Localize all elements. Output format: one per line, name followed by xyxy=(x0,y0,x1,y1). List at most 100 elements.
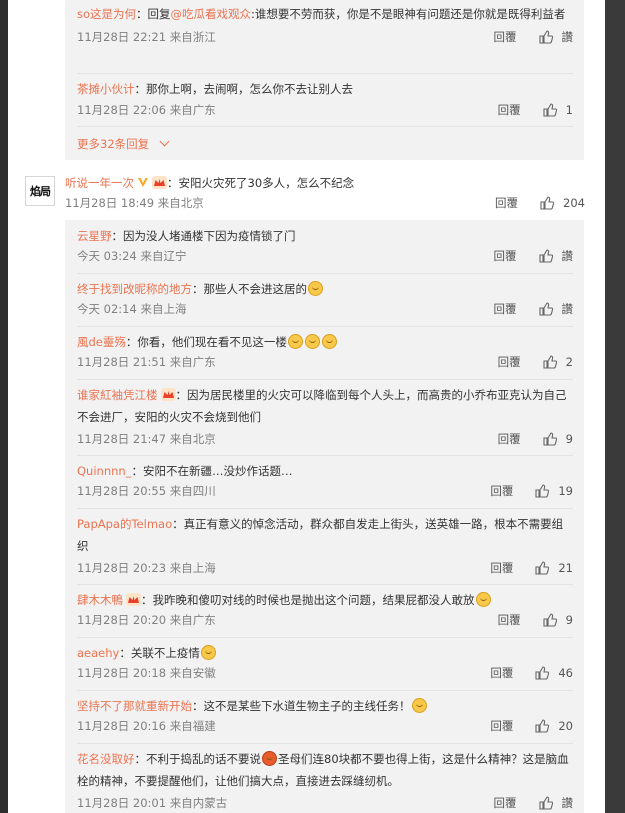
reply-button[interactable]: 回覆 xyxy=(498,611,521,629)
like-button[interactable]: 讚 xyxy=(538,300,573,318)
crown-badge-icon xyxy=(160,388,176,401)
divider xyxy=(77,508,573,509)
like-count: 1 xyxy=(565,103,573,117)
mention-link[interactable]: @吃瓜看戏观众 xyxy=(171,7,252,21)
emoji-icon xyxy=(411,698,427,713)
thumbs-up-icon xyxy=(535,666,550,680)
chevron-down-icon xyxy=(159,136,170,147)
divider xyxy=(77,743,573,744)
thumbs-up-icon xyxy=(543,432,557,446)
like-count: 9 xyxy=(565,432,573,446)
like-button[interactable]: 46 xyxy=(535,664,573,682)
like-button[interactable]: 20 xyxy=(535,717,573,735)
like-button[interactable]: 讚 xyxy=(538,28,574,46)
reply-username[interactable]: 云星野 xyxy=(77,229,112,243)
reply-username[interactable]: 谁家紅袖凭江楼 xyxy=(77,388,158,402)
emoji-icon xyxy=(475,592,491,607)
thumbs-up-icon xyxy=(535,719,550,733)
reply-time: 11月28日 20:23 来自上海 xyxy=(77,561,216,575)
reply-username[interactable]: 肆木木鴨 xyxy=(77,593,123,607)
reply-button[interactable]: 回覆 xyxy=(494,28,517,46)
reply-time: 今天 03:24 来自辽宁 xyxy=(77,249,187,263)
reply-time: 11月28日 22:21 来自浙江 xyxy=(77,30,216,44)
divider xyxy=(77,455,573,456)
emoji-icon xyxy=(308,281,323,296)
like-button[interactable]: 9 xyxy=(543,430,573,448)
avatar[interactable]: 焰局 xyxy=(25,176,55,206)
thumbs-up-icon xyxy=(535,561,550,575)
reply-button[interactable]: 回覆 xyxy=(498,430,521,448)
reply-username[interactable]: so这是为何 xyxy=(77,7,136,21)
verified-v-icon xyxy=(138,178,148,187)
more-replies-link[interactable]: 更多32条回复 xyxy=(77,136,170,152)
divider xyxy=(77,637,573,638)
like-count: 19 xyxy=(558,484,573,498)
reply-button[interactable]: 回覆 xyxy=(490,559,513,577)
reply-text: 那些人不会进这居的 xyxy=(203,282,308,296)
emoji-icon xyxy=(287,334,303,349)
reply-username[interactable]: aeaehy xyxy=(77,646,119,660)
like-button[interactable]: 21 xyxy=(535,559,573,577)
reply-meta: 11月28日 21:51 来自广东 回覆 2 xyxy=(77,353,573,371)
reply-time: 今天 02:14 来自上海 xyxy=(77,302,187,316)
reply-time: 11月28日 20:01 来自内蒙古 xyxy=(77,796,228,810)
reply-username[interactable]: 茶摊小伙计 xyxy=(77,82,135,96)
reply-meta: 11月28日 20:18 来自安徽 回覆 46 xyxy=(77,664,573,682)
divider xyxy=(77,273,573,274)
reply-username[interactable]: Quinnnn_ xyxy=(77,464,131,478)
emoji-icon xyxy=(200,645,216,660)
like-button[interactable]: 2 xyxy=(543,353,573,371)
comment-username[interactable]: 听说一年一次 xyxy=(65,176,134,190)
reply-button[interactable]: 回覆 xyxy=(498,353,521,371)
reply-meta: 11月28日 20:16 来自福建 回覆 20 xyxy=(77,717,573,735)
left-gutter xyxy=(0,0,8,813)
comment-meta: 11月28日 18:49 来自北京 回覆 204 xyxy=(65,194,585,212)
reply-username[interactable]: 花名没取好 xyxy=(77,752,135,766)
reply-button[interactable]: 回覆 xyxy=(495,194,518,212)
divider xyxy=(77,326,573,327)
like-count: 讚 xyxy=(561,796,574,810)
divider xyxy=(77,73,573,74)
reply-meta: 11月28日 22:21 来自浙江 回覆 讚 xyxy=(77,28,573,46)
thumbs-up-icon xyxy=(538,796,553,810)
like-button[interactable]: 讚 xyxy=(538,247,573,265)
like-button[interactable]: 讚 xyxy=(538,794,574,812)
like-count: 21 xyxy=(558,561,573,575)
like-count: 46 xyxy=(558,666,573,680)
reply-time: 11月28日 20:18 来自安徽 xyxy=(77,666,216,680)
reply-username[interactable]: PapApa的Telmao xyxy=(77,517,172,531)
reply-text: 不利于捣乱的话不要说 xyxy=(146,752,261,766)
thumbs-up-icon xyxy=(543,355,557,369)
reply-username[interactable]: 坚持不了那就重新开始 xyxy=(77,699,192,713)
reply-meta: 11月28日 20:55 来自四川 回覆 19 xyxy=(77,482,573,500)
reply-button[interactable]: 回覆 xyxy=(494,247,517,265)
like-button[interactable]: 9 xyxy=(543,611,573,629)
reply-text: 你看，他们现在看不见这一楼 xyxy=(137,335,287,349)
reply-button[interactable]: 回覆 xyxy=(490,482,513,500)
like-count: 9 xyxy=(565,613,573,627)
thumbs-up-icon xyxy=(538,30,553,44)
reply-item: 花名没取好：不利于捣乱的话不要说 圣母们连80块都不要也得上街，这是什么精神？这是… xyxy=(77,751,573,812)
divider xyxy=(77,126,573,127)
right-band xyxy=(605,0,625,813)
like-button[interactable]: 1 xyxy=(543,101,573,119)
thumbs-up-icon xyxy=(538,249,553,263)
like-button[interactable]: 204 xyxy=(540,194,585,212)
reply-button[interactable]: 回覆 xyxy=(498,101,521,119)
reply-button[interactable]: 回覆 xyxy=(490,664,513,682)
thumbs-up-icon xyxy=(538,302,553,316)
like-button[interactable]: 19 xyxy=(535,482,573,500)
reply-item: 茶摊小伙计：那你上啊，去闹啊，怎么你不去让别人去 11月28日 22:06 来自… xyxy=(77,82,573,119)
reply-meta: 11月28日 20:01 来自内蒙古 回覆 讚 xyxy=(77,794,573,812)
emoji-icon xyxy=(321,334,337,349)
reply-username[interactable]: 風de靈殇 xyxy=(77,335,126,349)
reply-username[interactable]: 终于找到改昵称的地方 xyxy=(77,282,192,296)
reply-meta: 11月28日 22:06 来自广东 回覆 1 xyxy=(77,101,573,119)
thumbs-up-icon xyxy=(535,484,550,498)
thumbs-up-icon xyxy=(543,613,557,627)
reply-meta: 今天 02:14 来自上海 回覆 讚 xyxy=(77,300,573,318)
reply-button[interactable]: 回覆 xyxy=(494,300,517,318)
like-count: 讚 xyxy=(561,30,574,44)
reply-button[interactable]: 回覆 xyxy=(490,717,513,735)
reply-button[interactable]: 回覆 xyxy=(494,794,517,812)
